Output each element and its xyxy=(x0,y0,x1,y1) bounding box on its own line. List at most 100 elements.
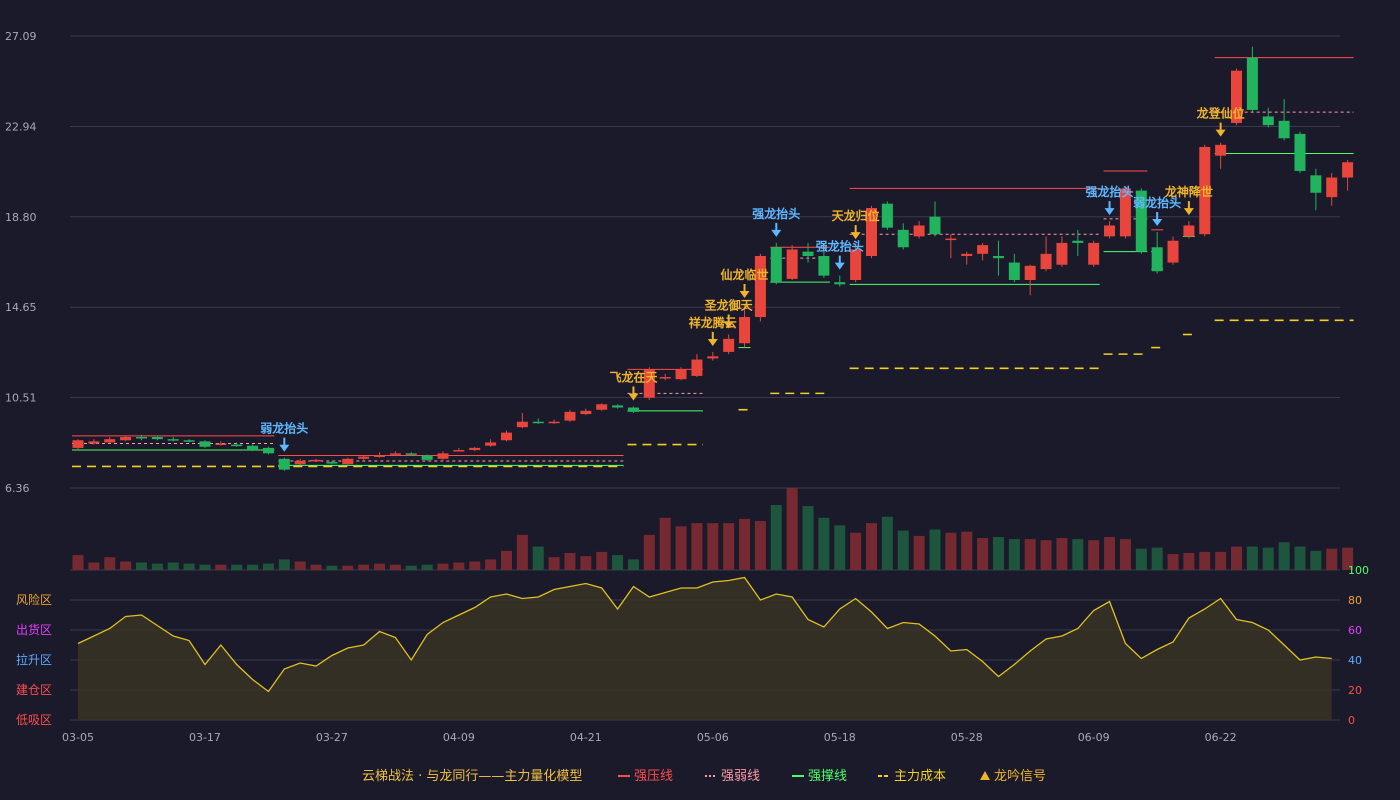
candle-body xyxy=(135,436,147,439)
candle-body xyxy=(659,377,671,379)
candle-body xyxy=(262,447,274,454)
volume-bar xyxy=(485,559,497,570)
candle xyxy=(1294,131,1306,174)
signal-label: 强龙抬头 xyxy=(816,239,864,254)
candle-body xyxy=(881,203,893,228)
candle xyxy=(262,446,274,455)
candle-body xyxy=(1183,225,1195,237)
volume-bar xyxy=(818,517,830,570)
volume-bar xyxy=(437,563,449,570)
volume-bar xyxy=(374,563,386,570)
candle-body xyxy=(1262,116,1274,126)
volume-bar xyxy=(802,506,814,570)
candle-body xyxy=(929,216,941,235)
candle-body xyxy=(389,453,401,455)
volume-bar xyxy=(1088,540,1100,570)
volume-bar xyxy=(1024,539,1036,570)
candle-body xyxy=(1104,225,1116,237)
candle xyxy=(564,409,576,422)
candle xyxy=(754,253,766,322)
candle-body xyxy=(104,439,116,443)
price-y-tick: 18.80 xyxy=(5,211,37,224)
signal-arrow-icon xyxy=(1104,208,1115,216)
candle-body xyxy=(278,458,290,470)
volume-bar xyxy=(1278,542,1290,570)
candle xyxy=(1278,99,1290,141)
candle xyxy=(358,455,370,460)
candle-body xyxy=(1040,253,1052,270)
legend-item: 主力成本 xyxy=(878,769,946,784)
candle xyxy=(1056,236,1068,267)
candle-body xyxy=(88,441,100,444)
candle-body xyxy=(151,436,163,440)
candle xyxy=(881,201,893,230)
candle-body xyxy=(1008,262,1020,280)
volume-bar xyxy=(961,531,973,570)
signal-arrow-icon xyxy=(707,338,718,346)
indicator-y-tick: 60 xyxy=(1348,624,1362,637)
signal-arrow-icon xyxy=(1183,208,1194,216)
signal-arrow-icon xyxy=(850,232,861,240)
candle-body xyxy=(627,407,639,412)
candle-body xyxy=(358,456,370,459)
volume-bar xyxy=(1231,546,1243,570)
candle-body xyxy=(739,317,751,344)
volume-bar xyxy=(421,564,433,570)
indicator-y-tick: 20 xyxy=(1348,684,1362,697)
indicator-y-tick: 80 xyxy=(1348,594,1362,607)
candle-body xyxy=(215,443,227,446)
candle-body xyxy=(707,356,719,359)
candle xyxy=(1183,221,1195,239)
signal-label: 龙神降世 xyxy=(1165,184,1213,199)
zone-label: 风险区 xyxy=(16,592,52,607)
candle xyxy=(1088,240,1100,267)
x-tick: 05-06 xyxy=(697,731,729,744)
candle xyxy=(389,451,401,456)
candle xyxy=(1342,160,1354,191)
candle xyxy=(691,354,703,378)
candle-body xyxy=(1088,242,1100,265)
volume-bar xyxy=(532,546,544,570)
signal-arrow-icon xyxy=(1215,129,1226,137)
x-tick: 03-27 xyxy=(316,731,348,744)
candle xyxy=(913,221,925,239)
volume-bar xyxy=(405,565,417,570)
signal-arrow-icon xyxy=(739,290,750,298)
volume-bar xyxy=(1246,546,1258,570)
candle-body xyxy=(691,359,703,376)
volume-bar xyxy=(977,538,989,570)
candle xyxy=(596,403,608,411)
volume-bar xyxy=(1326,548,1338,570)
candle-body xyxy=(342,458,354,465)
candle-body xyxy=(183,440,195,442)
volume-bar xyxy=(469,561,481,570)
chart-container: 27.09 22.94 18.80 14.65 10.51 6.36 弱龙抬头 飞龙在天 祥龙腾… xyxy=(0,0,1400,800)
candle xyxy=(786,245,798,280)
price-y-tick: 10.51 xyxy=(5,392,37,405)
volume-bar xyxy=(167,562,179,570)
volume-bar xyxy=(231,564,243,570)
signal-label: 强龙抬头 xyxy=(752,206,800,221)
signal-label: 强龙抬头 xyxy=(1086,184,1134,199)
candle xyxy=(1024,264,1036,296)
volume-bar xyxy=(247,564,259,570)
candle xyxy=(707,351,719,361)
volume-bar xyxy=(564,552,576,570)
candle xyxy=(723,334,735,355)
volume-bar xyxy=(389,564,401,570)
volume-bar xyxy=(262,563,274,570)
candle xyxy=(215,441,227,446)
x-tick: 03-05 xyxy=(62,731,94,744)
volume-bar xyxy=(945,532,957,570)
candle-body xyxy=(199,441,211,447)
candle-body xyxy=(1215,144,1227,156)
candle-body xyxy=(469,447,481,451)
volume-bar xyxy=(516,534,528,570)
legend-item: 强压线 xyxy=(618,769,673,784)
candle xyxy=(945,234,957,259)
zone-label: 低吸区 xyxy=(16,713,52,727)
candle xyxy=(1008,253,1020,283)
volume-bar xyxy=(1040,540,1052,570)
candle-body xyxy=(247,445,259,451)
signal-label: 天龙归位 xyxy=(832,208,880,223)
